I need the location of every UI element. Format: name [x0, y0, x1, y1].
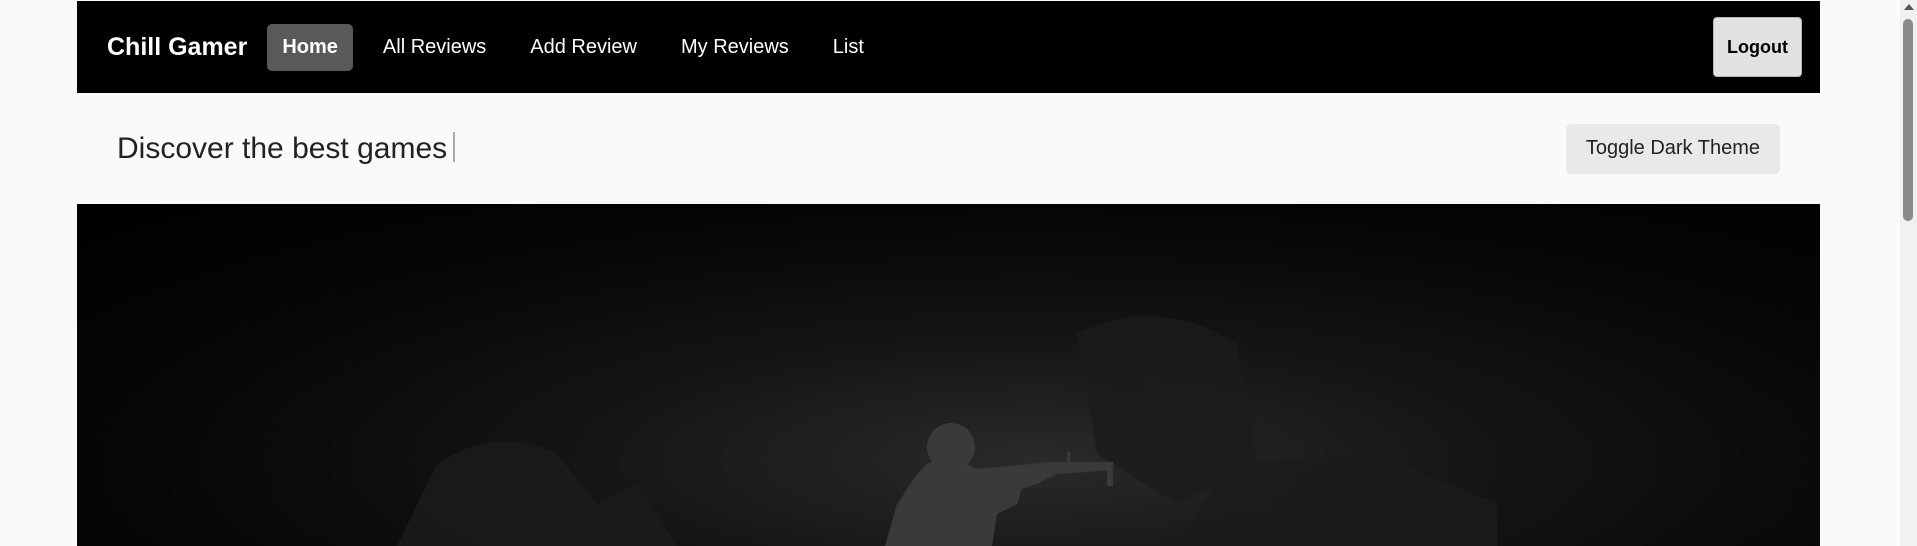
toggle-dark-theme-button[interactable]: Toggle Dark Theme — [1565, 123, 1780, 174]
subheader: Discover the best games Toggle Dark Them… — [77, 93, 1820, 204]
hero-ground-right — [1177, 454, 1497, 546]
logout-button[interactable]: Logout — [1713, 17, 1802, 77]
tagline-typed: Discover the best games — [117, 131, 448, 165]
tagline-text: Discover the best games — [117, 131, 456, 166]
navbar: Chill Gamer Home All Reviews Add Review … — [77, 1, 1820, 93]
scrollbar-thumb[interactable] — [1903, 19, 1913, 221]
main-container: Chill Gamer Home All Reviews Add Review … — [77, 1, 1820, 546]
hero-banner — [77, 204, 1820, 546]
nav-link-my-reviews[interactable]: My Reviews — [666, 24, 804, 71]
soldier-silhouette — [885, 423, 1113, 546]
hero-image — [397, 316, 1497, 546]
nav-link-add-review[interactable]: Add Review — [515, 24, 652, 71]
nav-link-all-reviews[interactable]: All Reviews — [368, 24, 501, 71]
nav-links: Home All Reviews Add Review My Reviews L… — [267, 23, 893, 71]
page: Chill Gamer Home All Reviews Add Review … — [0, 0, 1917, 546]
nav-link-home[interactable]: Home — [267, 23, 353, 71]
typing-cursor — [453, 131, 456, 162]
hero-rubble-left — [397, 441, 677, 546]
vertical-scrollbar[interactable] — [1900, 0, 1917, 546]
scroll-up-arrow-icon[interactable] — [1904, 4, 1914, 10]
brand-logo[interactable]: Chill Gamer — [107, 33, 247, 62]
nav-link-list[interactable]: List — [818, 24, 879, 71]
